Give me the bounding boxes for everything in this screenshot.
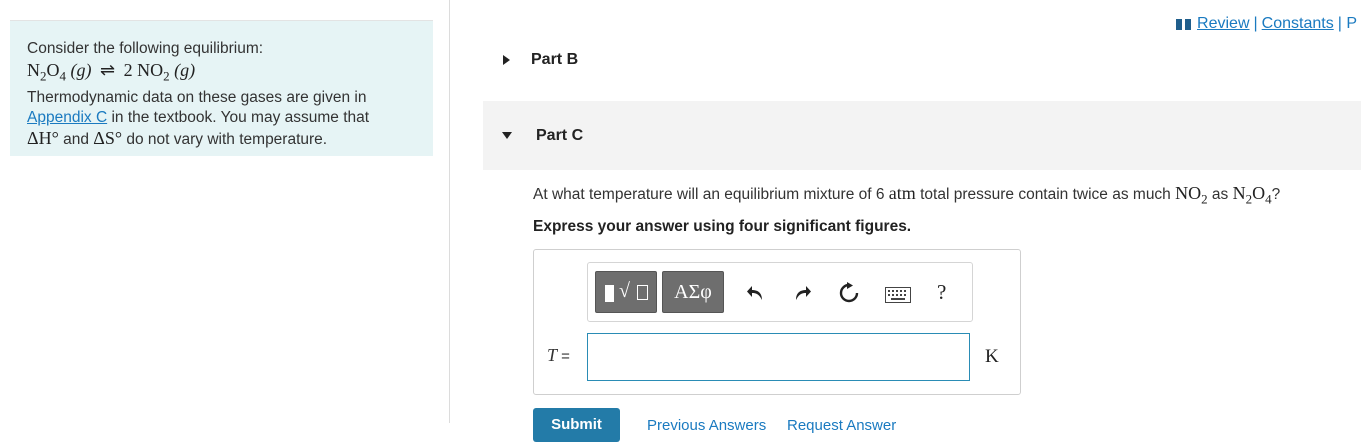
appendix-c-link[interactable]: Appendix C [27, 109, 107, 126]
equals-sign: = [557, 348, 570, 365]
top-links: Review | Constants | P [1176, 13, 1361, 35]
formula-no2: NO2 [1175, 183, 1208, 207]
undo-icon[interactable] [745, 282, 767, 304]
radical-icon: √ [619, 280, 630, 302]
equilibrium-equation: N2O4 (g) ⇌ 2 NO2 (g) [27, 59, 417, 88]
eq-phase: (g) [70, 60, 92, 80]
link-separator: | [1253, 15, 1258, 32]
question-part: ? [1271, 186, 1281, 203]
intro-line-4: ΔH° and ΔS° do not vary with temperature… [27, 128, 417, 150]
equilibrium-arrow-icon: ⇌ [100, 60, 116, 80]
question-part: At what temperature will an equilibrium … [533, 186, 889, 203]
review-link[interactable]: Review [1197, 15, 1249, 33]
link-separator-cut: | P [1337, 15, 1357, 32]
intro-line-3-text: in the textbook. You may assume that [107, 108, 370, 126]
collapse-triangle-icon [502, 132, 512, 139]
instruction-text: Express your answer using four significa… [533, 218, 912, 235]
formula-n2o4: N2O4 [1232, 183, 1272, 207]
part-b-header[interactable]: Part B [483, 40, 578, 80]
template-box-icon [637, 285, 648, 300]
book-icon [1176, 18, 1192, 30]
previous-answers-link[interactable]: Previous Answers [647, 417, 766, 434]
eq-n: N [27, 60, 40, 80]
constants-link[interactable]: Constants [1262, 15, 1334, 33]
answer-input[interactable] [587, 333, 970, 381]
question-part: total pressure contain twice as much [915, 186, 1176, 203]
answer-unit: K [985, 346, 999, 367]
part-c-label: Part C [536, 126, 584, 144]
part-c-header[interactable]: Part C [483, 101, 1361, 170]
help-button[interactable]: ? [937, 280, 946, 305]
intro-line-3: Appendix C in the textbook. You may assu… [27, 108, 417, 128]
eq-sub: 2 [163, 68, 170, 84]
formula-part: NO [1175, 183, 1202, 203]
templates-button[interactable]: √ [595, 271, 657, 313]
delta-s: ΔS° [93, 127, 123, 148]
intro-line-2: Thermodynamic data on these gases are gi… [27, 88, 367, 106]
formula-part: O [1252, 183, 1266, 203]
intro-line-4-text: do not vary with temperature. [122, 130, 328, 148]
greek-symbols-button[interactable]: ΑΣφ [662, 271, 724, 313]
eq-sub: 4 [59, 68, 67, 84]
template-block-icon [605, 285, 614, 302]
redo-icon[interactable] [791, 282, 813, 304]
unit-atm: atm [888, 183, 916, 203]
expand-triangle-icon [503, 55, 510, 65]
formula-part: N [1232, 183, 1246, 203]
variable-t: T [547, 345, 558, 365]
question-text: At what temperature will an equilibrium … [533, 183, 1280, 208]
keyboard-icon[interactable] [884, 284, 912, 306]
answer-variable-label: T = [547, 345, 570, 366]
column-divider [449, 0, 450, 423]
part-b-label: Part B [531, 51, 579, 68]
reset-icon[interactable] [838, 282, 860, 304]
submit-button[interactable]: Submit [533, 408, 620, 442]
intro-panel: Consider the following equilibrium: N 2 O4… [10, 21, 433, 156]
request-answer-link[interactable]: Request Answer [787, 417, 896, 434]
eq-phase: (g) [174, 60, 196, 80]
eq-product: 2 NO [123, 60, 164, 80]
question-part: as [1207, 186, 1233, 203]
intro-line-1: Consider the following equilibrium: [27, 40, 264, 57]
delta-h: ΔH° [27, 127, 59, 148]
intro-and: and [58, 130, 94, 148]
eq-o: O [46, 60, 60, 80]
